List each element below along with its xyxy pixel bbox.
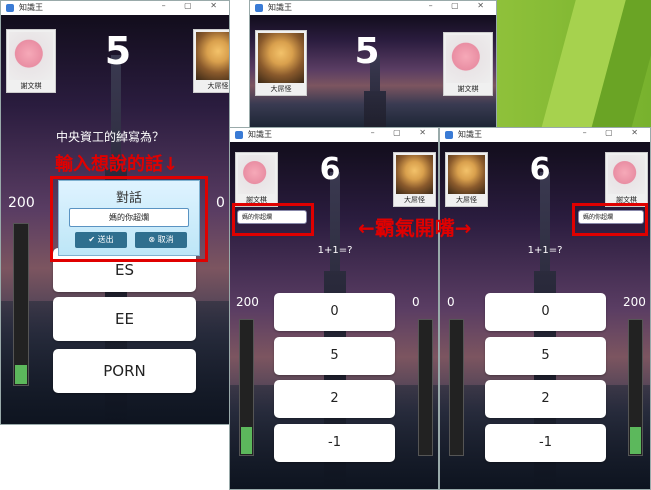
player-photo [448,155,485,194]
window-controls[interactable]: – ▢ ✕ [429,1,492,10]
answer-option[interactable]: 2 [485,380,606,418]
player-name: 大屌怪 [207,82,229,90]
highlight-box-chat-left [232,203,314,236]
player-avatar-left: 謝文棋 [235,152,278,207]
window-controls[interactable]: – ▢ ✕ [583,128,646,137]
score-left: 200 [8,195,35,211]
answer-option[interactable]: -1 [485,424,606,462]
player-name: 大屌怪 [270,85,292,93]
title-bar: 知識王 – ▢ ✕ [440,128,650,143]
score-right: 200 [623,295,646,309]
question-text: 1+1=? [527,245,563,256]
player-name: 謝文棋 [20,82,42,90]
answer-option[interactable]: 5 [274,337,395,375]
answer-option[interactable]: 5 [485,337,606,375]
game-window-2: 知識王 – ▢ ✕ 大屌怪 謝文棋 5 [249,0,497,130]
annotation-bully-talk: ←霸氣開嘴→ [358,216,472,240]
player-photo [258,33,304,83]
window-controls[interactable]: – ▢ ✕ [162,1,225,10]
title-bar: 知識王 – ▢ ✕ [230,128,438,143]
player-avatar-right: 謝文棋 [443,32,493,96]
answer-option[interactable]: PORN [53,349,196,393]
score-right: 0 [412,295,420,309]
health-bar-right [418,319,433,456]
player-avatar-right: 大屌怪 [393,152,436,207]
window-title: 知識王 [19,3,43,12]
health-bar-fill [630,427,641,454]
player-name: 大屌怪 [456,196,477,204]
app-icon [6,4,14,12]
player-avatar-left: 大屌怪 [445,152,488,207]
player-photo [396,155,433,194]
game-window-4: 知識王 – ▢ ✕ 大屌怪 謝文棋 6 媽的你超爛 1+1=? 0 200 0 … [439,127,651,490]
app-icon [235,131,243,139]
title-bar: 知識王 – ▢ ✕ [1,1,229,16]
countdown-timer: 6 [319,152,341,187]
highlight-box-chat-right [572,203,648,236]
game-area: 大屌怪 謝文棋 6 媽的你超爛 1+1=? 0 200 0 5 2 -1 [440,142,650,489]
pig-toy-image [238,155,275,194]
health-bar-left [13,223,29,386]
answer-option[interactable]: EE [53,297,196,341]
answer-option[interactable]: 2 [274,380,395,418]
pig-toy-image [9,32,53,80]
question-text: 中央資工的綽寫為？ [56,130,165,144]
app-icon [445,131,453,139]
highlight-box-dialog [50,176,208,262]
countdown-timer: 5 [104,29,132,73]
pig-toy-image [446,35,490,83]
pig-toy-image [608,155,645,194]
title-bar: 知識王 – ▢ ✕ [250,1,496,16]
player-photo [196,32,229,80]
player-avatar-left: 謝文棋 [6,29,56,93]
health-bar-right [628,319,643,456]
window-title: 知識王 [458,130,482,139]
countdown-timer: 5 [354,31,380,72]
app-icon [255,4,263,12]
answer-option[interactable]: 0 [274,293,395,331]
window-title: 知識王 [268,3,292,12]
health-bar-fill [15,364,27,384]
player-avatar-right: 謝文棋 [605,152,648,207]
game-area: 大屌怪 謝文棋 5 [250,15,496,129]
player-avatar-right: 大屌怪 [193,29,229,93]
question-text: 1+1=? [317,245,353,256]
player-avatar-left: 大屌怪 [255,30,307,96]
player-name: 大屌怪 [404,196,425,204]
answer-option[interactable]: -1 [274,424,395,462]
health-bar-left [449,319,464,456]
desktop-background [497,0,651,128]
score-right: 0 [216,195,225,211]
window-title: 知識王 [248,130,272,139]
health-bar-fill [241,427,252,454]
health-bar-left [239,319,254,456]
answer-option[interactable]: 0 [485,293,606,331]
window-controls[interactable]: – ▢ ✕ [371,128,434,137]
annotation-input-hint: 輸入想說的話↓ [55,154,179,175]
score-left: 0 [447,295,455,309]
game-window-3: 知識王 – ▢ ✕ 謝文棋 大屌怪 6 媽的你超爛 1+1=? 200 0 0 … [229,127,439,490]
player-name: 謝文棋 [457,85,479,93]
countdown-timer: 6 [529,152,551,187]
game-area: 謝文棋 大屌怪 6 媽的你超爛 1+1=? 200 0 0 5 2 -1 [230,142,438,489]
score-left: 200 [236,295,259,309]
